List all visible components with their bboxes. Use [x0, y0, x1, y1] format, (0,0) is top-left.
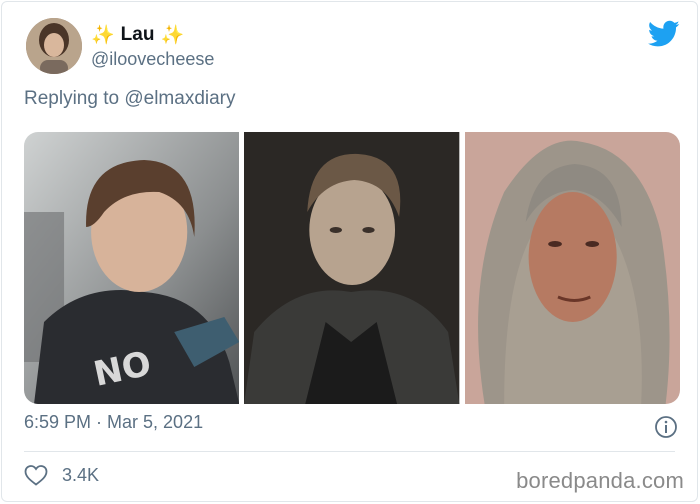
- tweet-timestamp[interactable]: 6:59 PM · Mar 5, 2021: [24, 412, 203, 433]
- like-count: 3.4K: [62, 464, 100, 485]
- sparkle-icon: ✨: [91, 25, 115, 46]
- user-handle[interactable]: @iloovecheese: [91, 49, 214, 70]
- photo-old-man[interactable]: [464, 132, 680, 404]
- divider: [24, 451, 675, 452]
- info-icon[interactable]: [654, 415, 678, 439]
- display-name-row[interactable]: ✨ Lau ✨: [91, 22, 184, 48]
- watermark: boredpanda.com: [516, 468, 684, 493]
- photo-young-boy[interactable]: NO: [24, 132, 240, 404]
- display-name[interactable]: Lau: [121, 24, 155, 46]
- heart-icon[interactable]: [24, 464, 48, 486]
- tweet-card: ✨ Lau ✨ @iloovecheese Replying to @elmax…: [1, 1, 698, 502]
- reply-mention-link[interactable]: @elmaxdiary: [124, 88, 235, 109]
- photo-middle-aged-man[interactable]: [244, 132, 460, 404]
- media-grid: NO: [24, 132, 680, 404]
- reply-context: Replying to @elmaxdiary: [24, 88, 236, 110]
- avatar[interactable]: [26, 18, 82, 74]
- twitter-bird-icon: [648, 20, 680, 47]
- sparkle-icon: ✨: [160, 25, 185, 46]
- reply-prefix: Replying to: [24, 88, 120, 109]
- like-action[interactable]: 3.4K: [24, 464, 99, 486]
